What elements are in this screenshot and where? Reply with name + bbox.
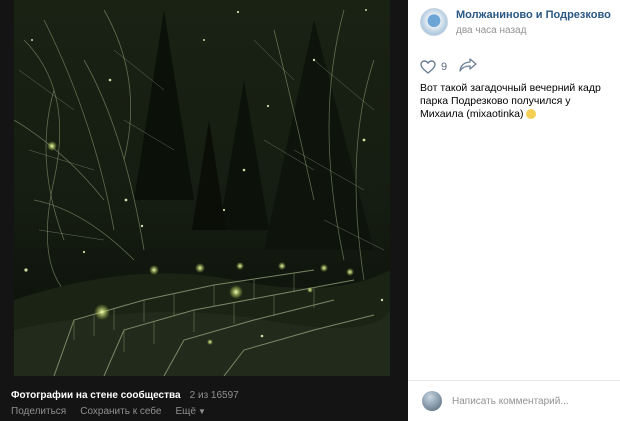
community-name[interactable]: Молжаниново и Подрезково <box>456 8 611 22</box>
night-park-photo <box>14 0 390 376</box>
chevron-down-icon: ▼ <box>197 407 206 416</box>
share-link[interactable]: Поделиться <box>11 406 66 417</box>
post-text: Вот такой загадочный вечерний кадр парка… <box>420 82 610 121</box>
divider <box>408 380 620 381</box>
like-button[interactable]: 9 <box>420 59 448 74</box>
post-author: Молжаниново и Подрезково два часа назад <box>420 8 611 37</box>
photo-counter: 2 из 16597 <box>189 390 239 401</box>
like-count: 9 <box>441 60 448 73</box>
photo-actions: Поделиться Сохранить к себе Ещё ▼ <box>11 406 400 417</box>
more-menu[interactable]: Ещё ▼ <box>175 406 205 417</box>
share-arrow-icon <box>459 58 477 72</box>
heart-icon <box>420 59 436 74</box>
clap-emoji-icon <box>525 109 536 120</box>
post-time[interactable]: два часа назад <box>456 24 611 37</box>
photo-viewer: Фотографии на стене сообщества 2 из 1659… <box>0 0 408 421</box>
save-link[interactable]: Сохранить к себе <box>80 406 161 417</box>
comment-bar <box>422 391 602 411</box>
share-button[interactable] <box>459 58 477 75</box>
photo-meta: Фотографии на стене сообщества 2 из 1659… <box>11 389 400 417</box>
album-title[interactable]: Фотографии на стене сообщества <box>11 390 181 401</box>
post-body: Вот такой загадочный вечерний кадр парка… <box>420 82 601 120</box>
comment-input[interactable] <box>452 395 602 407</box>
more-label: Ещё <box>175 406 196 417</box>
community-avatar[interactable] <box>420 8 448 36</box>
post-actions: 9 <box>420 58 477 75</box>
photo[interactable] <box>14 0 390 376</box>
user-avatar[interactable] <box>422 391 442 411</box>
post-panel: Молжаниново и Подрезково два часа назад … <box>408 0 620 421</box>
